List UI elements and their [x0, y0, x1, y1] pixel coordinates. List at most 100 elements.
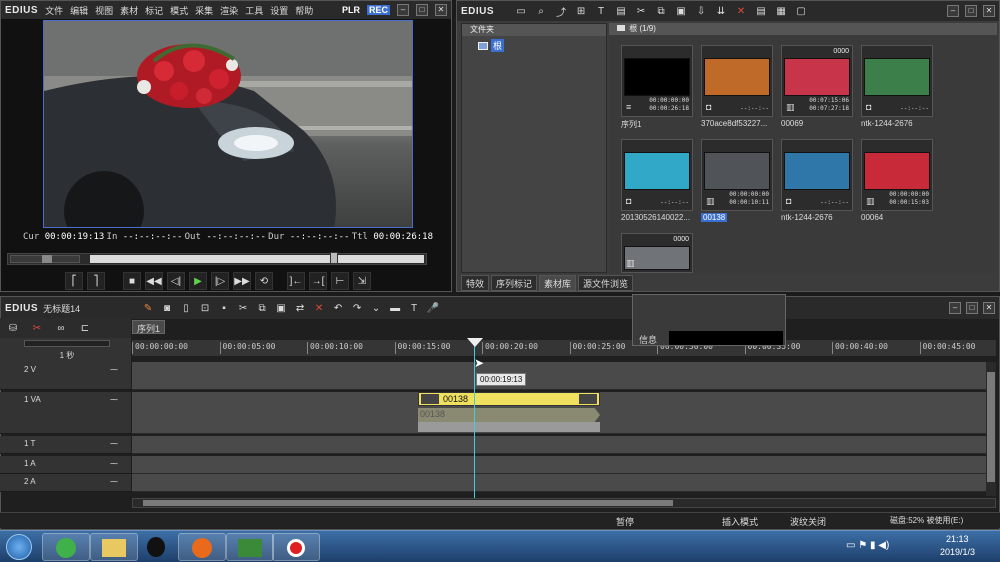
cut-icon[interactable]: ✂: [634, 4, 648, 18]
cursor-head-icon[interactable]: [467, 338, 483, 347]
paste-icon[interactable]: ▣: [274, 301, 288, 315]
status-ripple[interactable]: 波纹关闭: [790, 515, 826, 528]
insert-icon[interactable]: ]←: [287, 272, 305, 290]
clip-item[interactable]: 00:00:00:00 00:00:10:11 ▥ 00138: [701, 139, 773, 227]
paste-icon[interactable]: ▣: [674, 4, 688, 18]
taskbar-edius-icon[interactable]: [226, 533, 274, 561]
mic-icon[interactable]: 🎤: [426, 301, 440, 315]
menu-help[interactable]: 帮助: [295, 4, 313, 17]
track-header[interactable]: 2 A ⁓: [0, 474, 131, 492]
copy-icon[interactable]: ⧉: [255, 301, 269, 315]
properties-icon[interactable]: ▤: [754, 4, 768, 18]
taskbar-record-icon[interactable]: [272, 533, 320, 561]
track-expand-icon[interactable]: ⁓: [110, 395, 118, 404]
track-expand-icon[interactable]: ⁓: [110, 439, 118, 448]
set-out-icon[interactable]: ⎤: [87, 272, 105, 290]
tab-library[interactable]: 素材库: [539, 275, 577, 291]
track-lane[interactable]: [132, 474, 996, 492]
track-lane[interactable]: [132, 362, 996, 390]
clip-item[interactable]: --:--:-- ◘ ntk-1244-2676: [861, 45, 933, 133]
rewind-icon[interactable]: ◀◀: [145, 272, 163, 290]
add-marker-icon[interactable]: ⌄: [369, 301, 383, 315]
copy-icon[interactable]: ⧉: [654, 4, 668, 18]
sequence-tab[interactable]: 序列1: [132, 320, 166, 334]
link-icon[interactable]: ∞: [54, 321, 68, 335]
zoom-slider[interactable]: [24, 340, 110, 347]
play-icon[interactable]: ▶: [189, 272, 207, 290]
hscroll-thumb[interactable]: [143, 500, 673, 506]
title-icon[interactable]: T: [407, 301, 421, 315]
track-tool-icon[interactable]: ⛁: [6, 321, 20, 335]
step-forward-icon[interactable]: |▷: [211, 272, 229, 290]
close-icon[interactable]: ✕: [435, 4, 447, 16]
track-lane[interactable]: [132, 456, 996, 474]
undo-icon[interactable]: ↶: [331, 301, 345, 315]
cut-icon[interactable]: ✂: [236, 301, 250, 315]
playback-scrubber[interactable]: [7, 252, 427, 265]
mode-icon[interactable]: ✎: [141, 301, 155, 315]
set-in-icon[interactable]: ⎡: [65, 272, 83, 290]
replace-icon[interactable]: ⇄: [293, 301, 307, 315]
color-bar-icon[interactable]: ▤: [614, 4, 628, 18]
insert-timeline-icon[interactable]: ⇊: [714, 4, 728, 18]
video-clip[interactable]: 00138: [418, 392, 600, 406]
timeline-maximize-icon[interactable]: □: [966, 302, 978, 314]
save-icon[interactable]: ▪: [217, 301, 231, 315]
minimize-icon[interactable]: –: [397, 4, 409, 16]
taskbar-browser-icon[interactable]: [42, 533, 90, 561]
menu-capture[interactable]: 采集: [195, 4, 213, 17]
taskbar-firefox-icon[interactable]: [178, 533, 226, 561]
menu-edit[interactable]: 编辑: [70, 4, 88, 17]
tab-effects[interactable]: 特效: [461, 275, 490, 291]
track-expand-icon[interactable]: ⁓: [110, 365, 118, 374]
loop-icon[interactable]: ⟲: [255, 272, 273, 290]
track-header[interactable]: 1 VA ⁓: [0, 392, 131, 434]
shuttle-handle[interactable]: [42, 255, 52, 263]
audio-clip[interactable]: 00138: [418, 408, 600, 422]
step-back-icon[interactable]: ◁|: [167, 272, 185, 290]
clip-item[interactable]: 00:00:00:00 00:00:15:03 ▥ 00064: [861, 139, 933, 227]
track-header[interactable]: 1 T ⁓: [0, 436, 131, 454]
tab-sequence-markers[interactable]: 序列标记: [491, 275, 538, 291]
add-clip-icon[interactable]: ⊞: [574, 4, 588, 18]
fast-forward-icon[interactable]: ▶▶: [233, 272, 251, 290]
menu-file[interactable]: 文件: [45, 4, 63, 17]
redo-icon[interactable]: ↷: [350, 301, 364, 315]
clock-date[interactable]: 2019/1/3: [940, 547, 975, 557]
scale-select[interactable]: 1 秒: [24, 350, 110, 360]
group-icon[interactable]: ⊏: [78, 321, 92, 335]
output-icon[interactable]: ⇲: [353, 272, 371, 290]
taskbar-explorer-icon[interactable]: [90, 533, 138, 561]
overwrite-icon[interactable]: →[: [309, 272, 327, 290]
project-icon[interactable]: ▢: [794, 4, 808, 18]
stop-icon[interactable]: ■: [123, 272, 141, 290]
open-icon[interactable]: ⊡: [198, 301, 212, 315]
up-folder-icon[interactable]: ⤴: [554, 4, 568, 19]
title-icon[interactable]: T: [594, 4, 608, 18]
menu-tools[interactable]: 工具: [245, 4, 263, 17]
audio-level-icon[interactable]: ▬: [388, 301, 402, 315]
bin-close-icon[interactable]: ✕: [983, 5, 995, 17]
razor-icon[interactable]: ✂: [30, 321, 44, 335]
delete-icon[interactable]: ✕: [734, 4, 748, 18]
start-button[interactable]: [6, 534, 32, 560]
timeline-close-icon[interactable]: ✕: [983, 302, 995, 314]
track-header[interactable]: 2 V ⁓: [0, 362, 131, 390]
new-project-icon[interactable]: ▯: [179, 301, 193, 315]
bin-minimize-icon[interactable]: –: [947, 5, 959, 17]
menu-render[interactable]: 渲染: [220, 4, 238, 17]
track-lane[interactable]: [132, 436, 996, 454]
search-icon[interactable]: ⌕: [534, 4, 548, 18]
timeline-hscroll[interactable]: [132, 498, 996, 508]
clock-time[interactable]: 21:13: [946, 534, 969, 544]
taskbar-qq-icon[interactable]: [132, 533, 180, 561]
add-to-timeline-icon[interactable]: ⇩: [694, 4, 708, 18]
timeline-vscroll[interactable]: [986, 362, 996, 496]
menu-mode[interactable]: 模式: [170, 4, 188, 17]
maximize-icon[interactable]: □: [416, 4, 428, 16]
track-header[interactable]: 1 A ⁓: [0, 456, 131, 474]
rec-mode-button[interactable]: REC: [366, 5, 390, 15]
clip-item[interactable]: 0000 00:07:15:06 00:07:27:18 ▥ 00069: [781, 45, 853, 133]
clip-item[interactable]: --:--:-- ◘ 370ace8df53227...: [701, 45, 773, 133]
folder-icon[interactable]: ▭: [514, 4, 528, 18]
